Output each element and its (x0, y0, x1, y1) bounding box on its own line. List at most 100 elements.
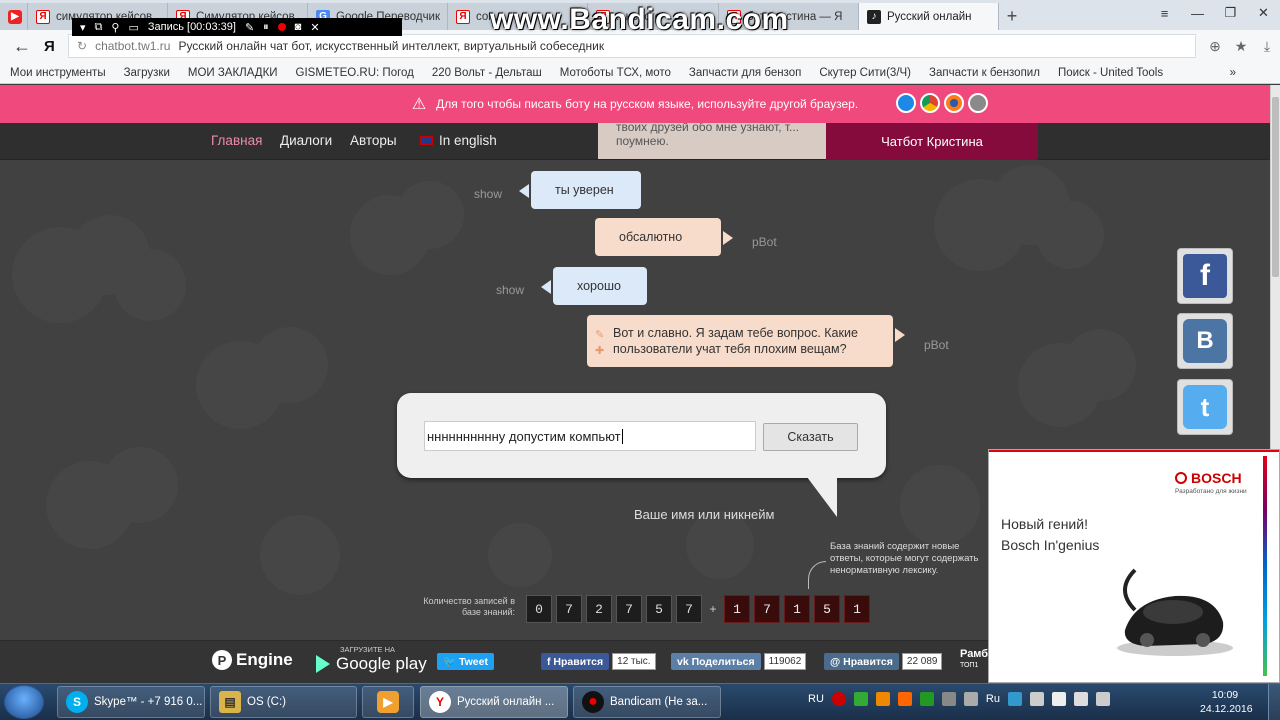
taskbar-explorer[interactable]: ▤ OS (C:) (210, 686, 357, 718)
firefox-tray-icon[interactable] (897, 692, 912, 706)
window-icon[interactable]: ⧉ (95, 21, 103, 34)
firefox-icon[interactable] (944, 93, 964, 113)
pencil-icon[interactable]: ✎ (245, 21, 254, 34)
bookmarks-more-button[interactable]: » (1230, 67, 1236, 79)
nickname-hint[interactable]: Ваше имя или никнейм (634, 507, 774, 522)
tweet-button[interactable]: 🐦 Tweet (437, 653, 494, 670)
bookmark-4[interactable]: 220 Вольт - Дельташ (432, 67, 542, 79)
close-icon[interactable]: ✕ (1247, 0, 1280, 26)
reload-icon[interactable]: ↻ (77, 39, 87, 53)
bookmark-1[interactable]: Загрузки (124, 67, 170, 79)
nav-dialogs[interactable]: Диалоги (280, 133, 332, 148)
bookmark-6[interactable]: Запчасти для бензоп (689, 67, 801, 79)
search-icon[interactable]: ⚲ (111, 21, 119, 34)
taskbar-browser[interactable]: Y Русский онлайн ... (420, 686, 568, 718)
vk-share-count: 119062 (763, 653, 807, 670)
bookmark-5[interactable]: Мотоботы ТСХ, мото (560, 67, 671, 79)
display-tray-icon[interactable] (1029, 692, 1044, 706)
bluetooth-tray-icon[interactable] (963, 692, 978, 706)
app-tray-icon[interactable] (875, 692, 890, 706)
translate-icon[interactable]: ⊕ (1202, 38, 1228, 55)
counter-plus: + (709, 602, 717, 616)
volume-tray-icon[interactable] (1095, 692, 1110, 706)
star-icon[interactable]: ★ (1228, 38, 1254, 55)
yandex-icon: Я (456, 9, 470, 24)
bookmark-7[interactable]: Скутер Сити(3/Ч) (819, 67, 911, 79)
back-arrow-icon[interactable]: ← (0, 36, 44, 57)
new-tab-button[interactable]: + (999, 3, 1025, 30)
counter-digit: 5 (646, 595, 672, 623)
facebook-like-button[interactable]: f Нравится 12 тыс. (541, 653, 656, 670)
user-message: хорошо (541, 267, 647, 305)
menu-icon[interactable]: ≡ (1148, 0, 1181, 26)
message-input[interactable]: нннннннннну допустим компьют (424, 421, 756, 451)
pause-icon[interactable]: ⏸ (263, 21, 269, 34)
record-icon[interactable] (277, 23, 286, 31)
dropdown-icon[interactable]: ▾ (80, 21, 86, 34)
twitter-icon: 🐦 (443, 656, 457, 668)
twitter-side-button[interactable]: t (1177, 379, 1233, 435)
bookmark-8[interactable]: Запчасти к бензопил (929, 67, 1040, 79)
vk-side-button[interactable]: B (1177, 313, 1233, 369)
taskbar-skype[interactable]: S Skype™ - +7 916 0... (57, 686, 205, 718)
nav-english[interactable]: In english (420, 133, 497, 148)
tab-active[interactable]: ♪ Русский онлайн (859, 3, 999, 30)
bookmark-0[interactable]: Мои инструменты (10, 67, 106, 79)
new-counter-digit: 7 (754, 595, 780, 623)
record-tray-icon[interactable] (831, 692, 846, 706)
taskbar-bandicam[interactable]: ● Bandicam (Не за... (573, 686, 721, 718)
bosch-ad[interactable]: BOSCH Разработано для жизни Новый гений!… (988, 449, 1280, 683)
download-tray-icon[interactable] (853, 692, 868, 706)
download-icon[interactable]: ⤓ (1254, 38, 1280, 55)
bosch-ring-icon (1175, 472, 1187, 484)
nav-authors[interactable]: Авторы (350, 133, 397, 148)
wifi-tray-icon[interactable] (1073, 692, 1088, 706)
counter-digit: 0 (526, 595, 552, 623)
facebook-side-button[interactable]: f (1177, 248, 1233, 304)
flag-tray-icon[interactable] (1051, 692, 1066, 706)
green-tray-icon[interactable] (919, 692, 934, 706)
say-button[interactable]: Сказать (763, 423, 858, 451)
ok-icon: @ (830, 655, 841, 668)
maximize-icon[interactable]: ❐ (1214, 0, 1247, 26)
engine-logo[interactable]: P Engine (212, 650, 293, 670)
folder-icon: ▤ (219, 691, 241, 713)
url-field[interactable]: ↻ chatbot.tw1.ru Русский онлайн чат бот,… (68, 34, 1196, 58)
ie-icon[interactable] (896, 93, 916, 113)
update-tray-icon[interactable] (1007, 692, 1022, 706)
bookmark-9[interactable]: Поиск - United Tools (1058, 67, 1163, 79)
language-indicator-2[interactable]: Ru (986, 693, 1000, 705)
google-play-badge[interactable]: ЗАГРУЗИТЕ НА Google play (316, 645, 427, 674)
bandicam-watermark: www.Bandicam.com (490, 3, 789, 36)
start-button[interactable] (4, 685, 44, 719)
message-author: show (474, 187, 503, 201)
safari-icon[interactable] (968, 93, 988, 113)
nav-home[interactable]: Главная (211, 133, 262, 148)
system-tray: RU Ru (808, 692, 1110, 706)
plus-icon: ✚ (595, 345, 605, 357)
camera-icon[interactable]: ◙ (295, 21, 302, 33)
language-indicator[interactable]: RU (808, 693, 824, 705)
rambler-counter[interactable]: Рамб ТОП1 (960, 649, 988, 671)
google-play-icon (316, 655, 330, 673)
chrome-icon[interactable] (920, 93, 940, 113)
system-clock[interactable]: 10:09 24.12.2016 (1200, 688, 1253, 716)
tab-youtube[interactable]: ▶ (0, 3, 28, 30)
yandex-icon: Я (36, 9, 50, 24)
network-tray-icon[interactable] (941, 692, 956, 706)
yandex-logo-icon[interactable]: Я (44, 38, 68, 55)
user-message: ты уверен (519, 171, 641, 209)
vk-share-button[interactable]: vk Поделиться 119062 (671, 653, 807, 670)
show-desktop-button[interactable] (1268, 684, 1280, 720)
chatbot-kristina-button[interactable]: Чатбот Кристина (826, 123, 1038, 160)
minimize-icon[interactable]: — (1181, 0, 1214, 26)
taskbar-media[interactable]: ▶ (362, 686, 414, 718)
bookmark-3[interactable]: GISMETEO.RU: Погод (296, 67, 414, 79)
ok-like-button[interactable]: @ Нравится 22 089 (824, 653, 943, 670)
bookmark-2[interactable]: МОИ ЗАКЛАДКИ (188, 67, 278, 79)
counter-digit: 2 (586, 595, 612, 623)
close-icon[interactable]: ✕ (310, 21, 319, 34)
screen-icon[interactable]: ▭ (128, 21, 138, 34)
bosch-logo: BOSCH (1175, 470, 1242, 486)
scrollbar-thumb[interactable] (1272, 97, 1279, 277)
